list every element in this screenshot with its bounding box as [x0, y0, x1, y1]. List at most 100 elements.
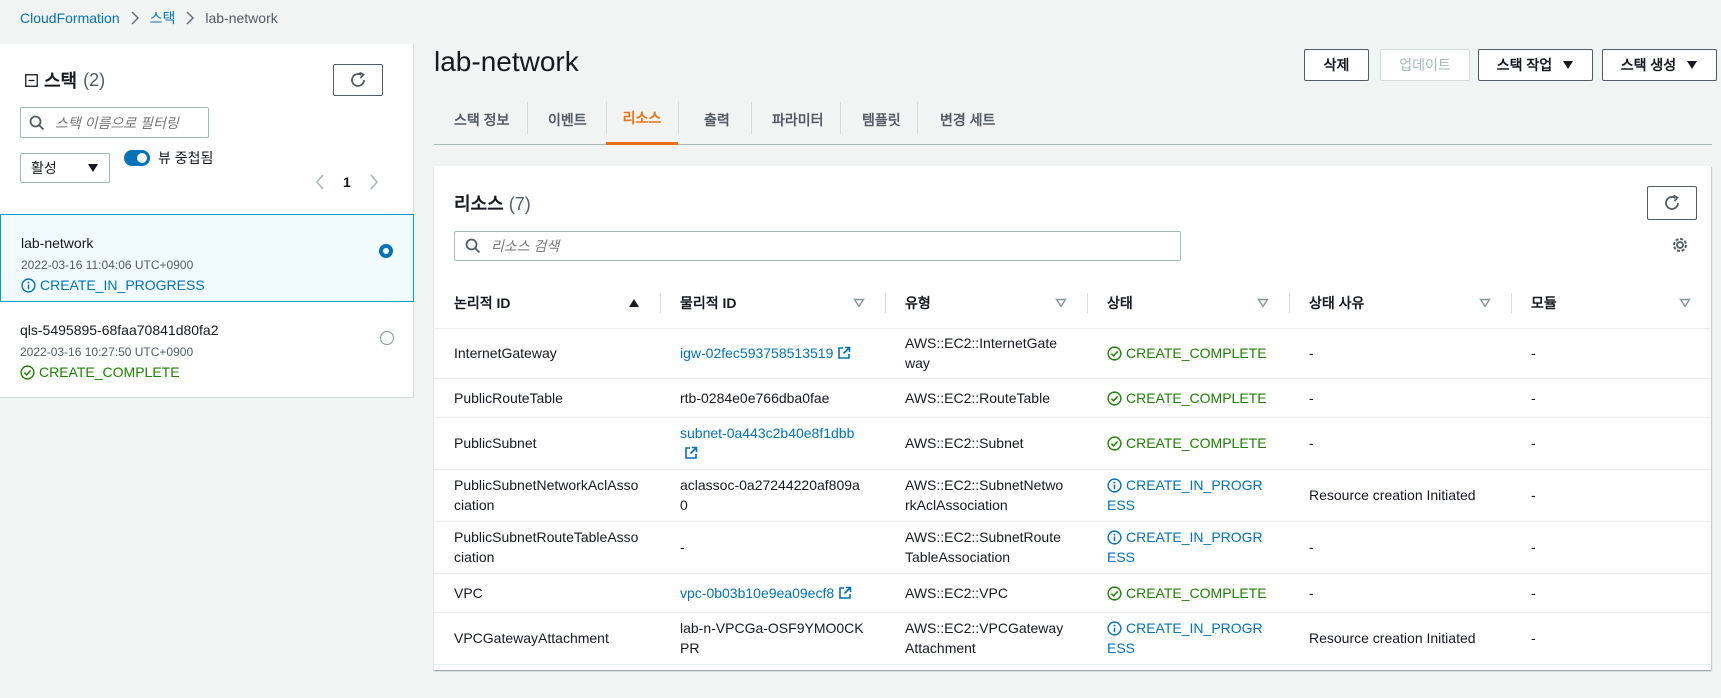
table-row: PublicSubnetRouteTableAssociation - AWS:… — [434, 521, 1711, 574]
external-link-icon[interactable] — [838, 586, 852, 600]
tab-parameters[interactable]: 파라미터 — [772, 94, 824, 145]
breadcrumb-cloudformation[interactable]: CloudFormation — [20, 10, 120, 26]
stacks-panel-title: 스택 (2) — [25, 67, 105, 93]
status-text[interactable]: CREATE_IN_PROGRESS — [1107, 620, 1263, 656]
tab-resources[interactable]: 리소스 — [606, 94, 678, 145]
resources-table: 논리적 ID 물리적 ID 유형 상태 상태 사유 모듈 InternetGat… — [434, 278, 1711, 665]
status-filter-value: 활성 — [31, 160, 57, 176]
tab-events[interactable]: 이벤트 — [548, 94, 587, 145]
module-cell: - — [1511, 612, 1711, 665]
stack-tabs: 스택 정보 이벤트 리소스 출력 파라미터 템플릿 변경 세트 — [434, 94, 1712, 145]
stack-actions-button[interactable]: 스택 작업 — [1478, 49, 1593, 81]
chevron-right-icon — [185, 11, 195, 25]
stack-status-text: CREATE_COMPLETE — [39, 364, 180, 380]
tab-stack-info[interactable]: 스택 정보 — [454, 94, 509, 145]
sort-icon[interactable] — [1479, 298, 1491, 308]
type-cell: AWS::EC2::SubnetRouteTableAssociation — [885, 521, 1087, 574]
nested-view-label: 뷰 중첩됨 — [158, 150, 214, 166]
physical-id-cell: - — [660, 521, 885, 574]
check-circle-icon — [1107, 390, 1122, 406]
sort-icon[interactable] — [1055, 298, 1067, 308]
check-circle-icon — [1107, 346, 1122, 361]
stack-item[interactable]: lab-network 2022-03-16 11:04:06 UTC+0900… — [0, 214, 414, 302]
sort-icon[interactable] — [1257, 298, 1269, 308]
column-status[interactable]: 상태 — [1087, 278, 1289, 329]
column-label: 상태 — [1107, 294, 1133, 311]
sort-icon[interactable] — [853, 298, 865, 308]
stack-item[interactable]: qls-5495895-68faa70841d80fa2 2022-03-16 … — [0, 302, 414, 390]
stack-name[interactable]: lab-network — [21, 235, 393, 255]
toggle-switch[interactable] — [124, 150, 150, 166]
check-circle-icon — [1107, 436, 1122, 451]
column-module[interactable]: 모듈 — [1511, 278, 1711, 329]
status-filter-select[interactable]: 활성 — [20, 153, 110, 183]
status-cell: CREATE_COMPLETE — [1087, 417, 1289, 470]
resources-title: 리소스 (7) — [454, 190, 531, 216]
stack-radio[interactable] — [380, 331, 394, 345]
pagination: 1 — [315, 174, 379, 190]
column-physical-id[interactable]: 물리적 ID — [660, 278, 885, 329]
stacks-refresh-button[interactable] — [333, 64, 383, 96]
physical-id-link[interactable]: igw-02fec593758513519 — [680, 345, 833, 361]
table-row: PublicRouteTable rtb-0284e0e766dba0fae A… — [434, 378, 1711, 418]
current-page-number[interactable]: 1 — [343, 174, 351, 190]
column-divider — [1289, 293, 1290, 313]
module-cell: - — [1511, 521, 1711, 574]
column-divider — [885, 293, 886, 313]
stack-name[interactable]: qls-5495895-68faa70841d80fa2 — [20, 322, 394, 342]
physical-id-cell: vpc-0b03b10e9ea09ecf8 — [660, 573, 885, 613]
stack-status-text: CREATE_IN_PROGRESS — [40, 277, 205, 293]
sort-icon[interactable] — [1679, 298, 1691, 308]
stack-timestamp: 2022-03-16 10:27:50 UTC+0900 — [20, 345, 194, 359]
physical-id-link[interactable]: subnet-0a443c2b40e8f1dbb — [680, 425, 854, 441]
logical-id-cell: PublicRouteTable — [434, 378, 660, 418]
status-text[interactable]: CREATE_IN_PROGRESS — [1107, 477, 1263, 513]
table-header-row: 논리적 ID 물리적 ID 유형 상태 상태 사유 모듈 — [434, 278, 1711, 329]
status-text[interactable]: CREATE_IN_PROGRESS — [1107, 529, 1263, 565]
status-text: CREATE_COMPLETE — [1126, 435, 1267, 451]
resource-search-field[interactable] — [489, 237, 1139, 255]
gear-icon[interactable] — [1671, 236, 1689, 254]
sort-ascending-icon[interactable] — [628, 298, 640, 308]
external-link-icon[interactable] — [837, 346, 851, 360]
module-cell: - — [1511, 573, 1711, 613]
stack-filter-field[interactable] — [53, 113, 203, 132]
breadcrumb: CloudFormation 스택 lab-network — [20, 8, 278, 28]
column-logical-id[interactable]: 논리적 ID — [434, 278, 660, 329]
check-circle-icon — [1107, 585, 1122, 601]
collapse-icon[interactable] — [25, 73, 38, 87]
update-button[interactable]: 업데이트 — [1380, 49, 1470, 81]
tab-outputs[interactable]: 출력 — [704, 94, 730, 145]
next-page-icon[interactable] — [369, 174, 379, 190]
status-cell: CREATE_COMPLETE — [1087, 328, 1289, 379]
logical-id-cell: VPC — [434, 573, 660, 613]
tab-template[interactable]: 템플릿 — [862, 94, 901, 145]
status-text: CREATE_COMPLETE — [1126, 345, 1267, 361]
create-stack-label: 스택 생성 — [1620, 57, 1677, 73]
update-label: 업데이트 — [1399, 57, 1451, 73]
physical-id-link[interactable]: vpc-0b03b10e9ea09ecf8 — [680, 585, 834, 601]
create-stack-button[interactable]: 스택 생성 — [1602, 49, 1717, 81]
tab-divider — [751, 102, 752, 134]
tab-change-sets[interactable]: 변경 세트 — [940, 94, 995, 145]
external-link-icon[interactable] — [684, 446, 698, 460]
module-cell: - — [1511, 378, 1711, 418]
nested-view-toggle[interactable]: 뷰 중첩됨 — [124, 148, 213, 168]
stack-radio-selected[interactable] — [379, 244, 393, 258]
info-icon — [21, 277, 36, 293]
refresh-icon — [349, 71, 367, 89]
breadcrumb-stacks[interactable]: 스택 — [150, 8, 176, 28]
delete-button[interactable]: 삭제 — [1304, 49, 1369, 81]
resources-refresh-button[interactable] — [1647, 186, 1697, 220]
tab-divider — [840, 102, 841, 134]
previous-page-icon[interactable] — [315, 174, 325, 190]
resource-search-input[interactable] — [454, 231, 1181, 261]
table-row: PublicSubnetNetworkAclAssociation aclass… — [434, 469, 1711, 522]
column-divider — [1087, 293, 1088, 313]
stacks-title-text: 스택 — [44, 71, 78, 91]
status-cell: CREATE_IN_PROGRESS — [1087, 469, 1289, 522]
column-status-reason[interactable]: 상태 사유 — [1289, 278, 1511, 329]
stack-status: CREATE_COMPLETE — [20, 364, 394, 380]
column-type[interactable]: 유형 — [885, 278, 1087, 329]
stack-filter-input[interactable] — [20, 107, 209, 138]
